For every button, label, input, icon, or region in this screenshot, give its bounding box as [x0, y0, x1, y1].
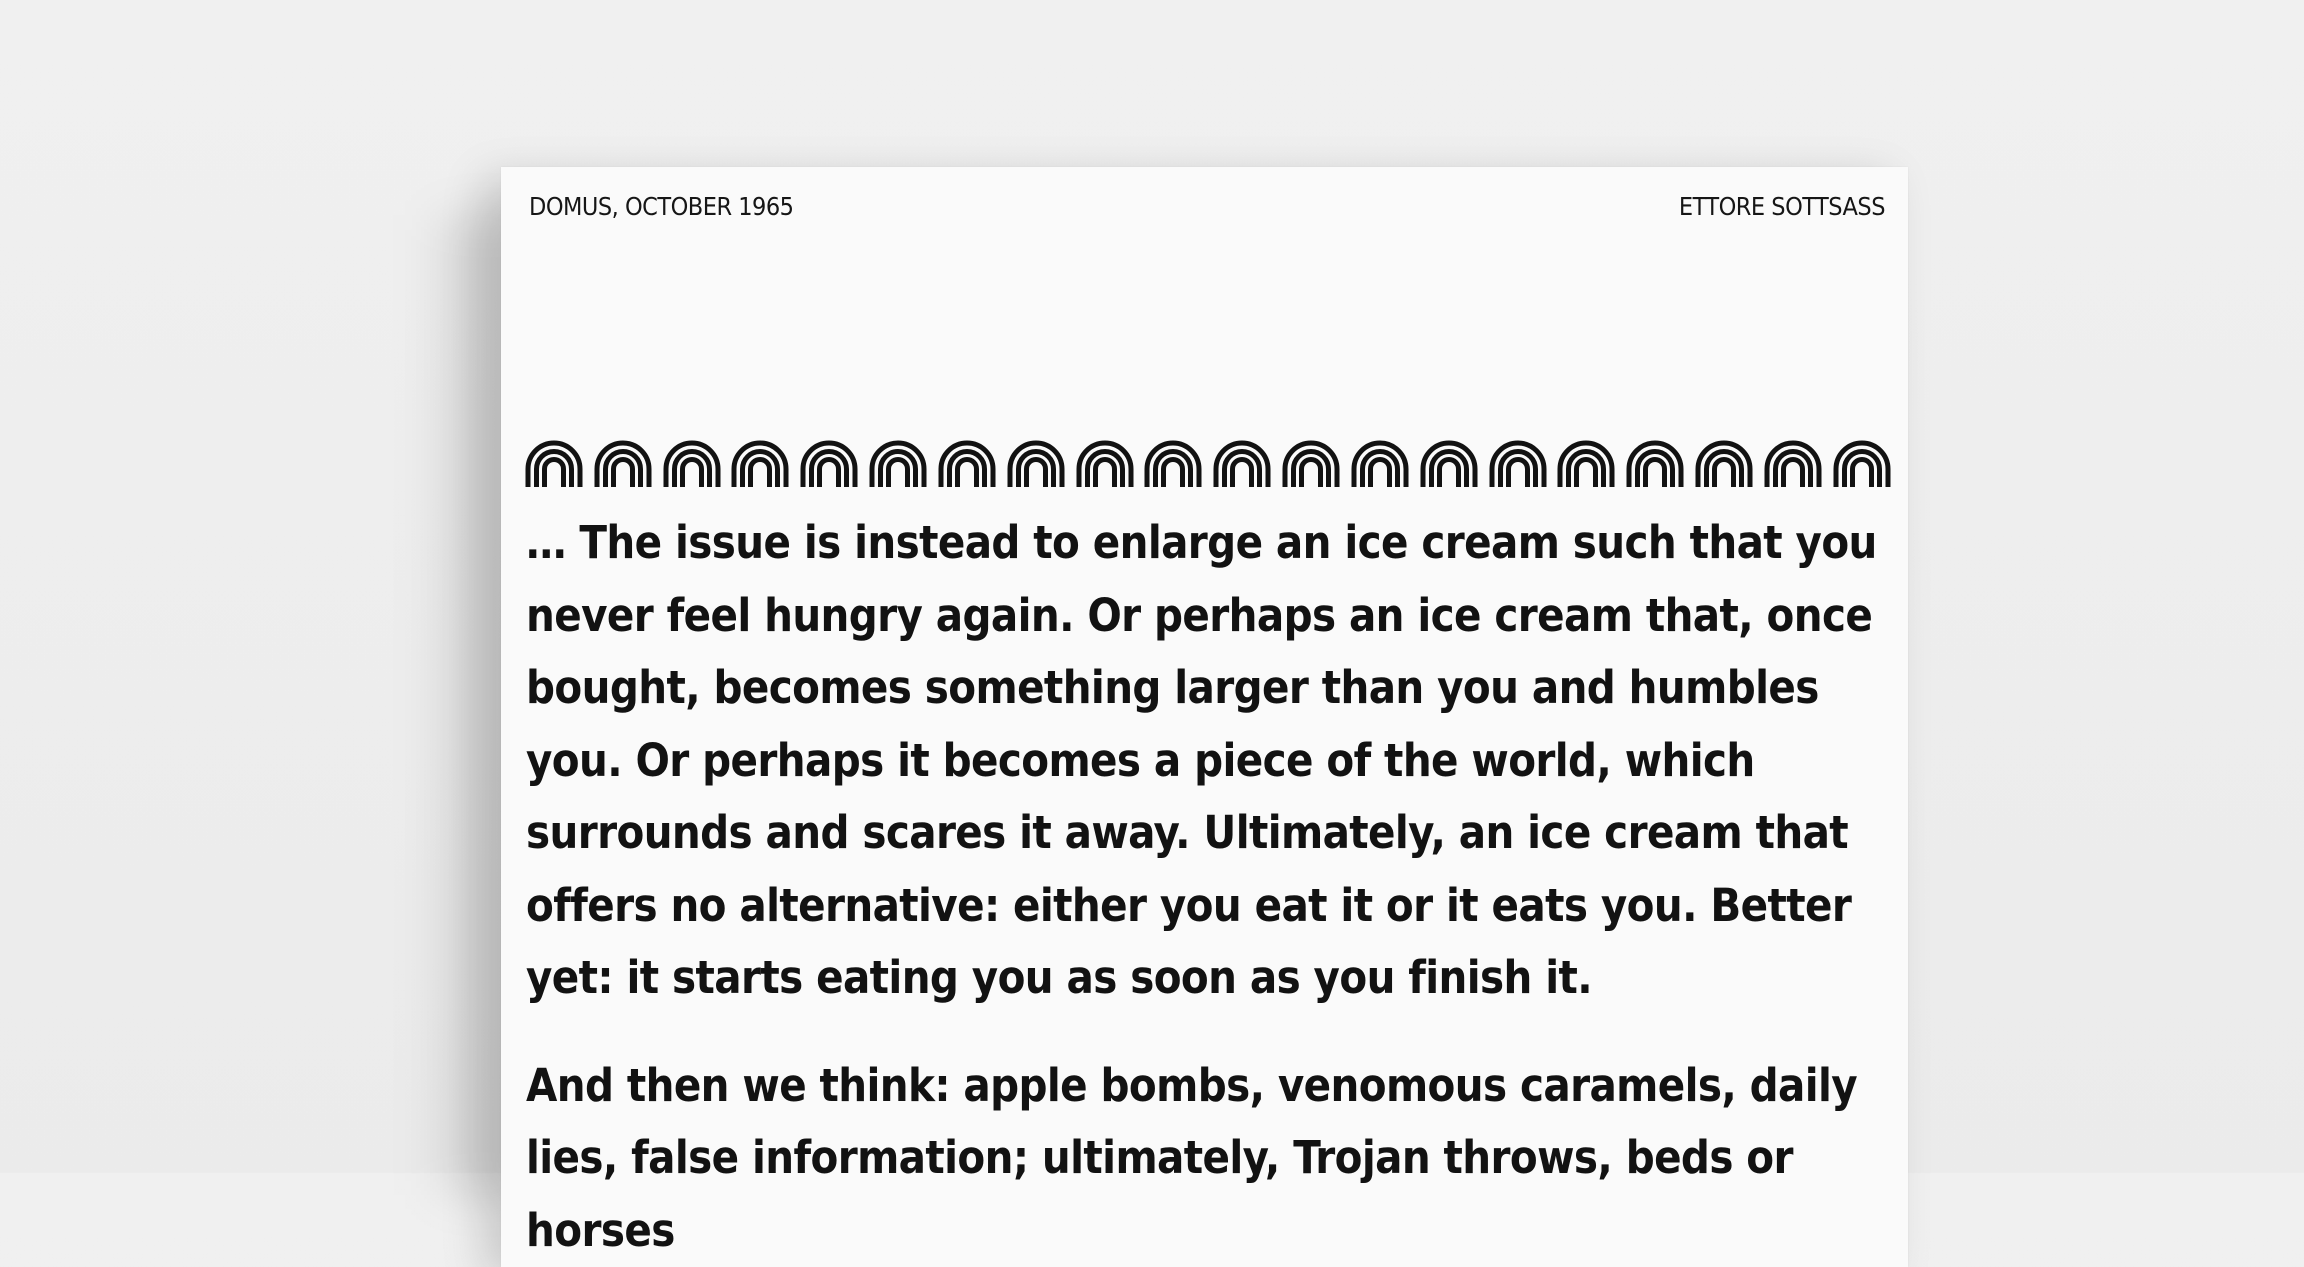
quote-paragraph-2: And then we think: apple bombs, venomous… [526, 1050, 1896, 1267]
rainbow-arch-ornament-row [525, 439, 1891, 487]
quote-body: … The issue is instead to enlarge an ice… [526, 507, 1896, 1267]
rainbow-arch-icon [1557, 439, 1615, 487]
rainbow-arch-icon [800, 439, 858, 487]
rainbow-arch-icon [594, 439, 652, 487]
poster-sheet: DOMUS, OCTOBER 1965 ETTORE SOTTSASS … Th… [501, 167, 1908, 1267]
rainbow-arch-icon [1489, 439, 1547, 487]
rainbow-arch-icon [731, 439, 789, 487]
rainbow-arch-icon [1007, 439, 1065, 487]
quote-paragraph-1: … The issue is instead to enlarge an ice… [526, 507, 1896, 1015]
rainbow-arch-icon [1833, 439, 1891, 487]
rainbow-arch-icon [1282, 439, 1340, 487]
poster-source-label: DOMUS, OCTOBER 1965 [529, 192, 793, 221]
poster-shadow [420, 215, 510, 1195]
rainbow-arch-icon [1764, 439, 1822, 487]
rainbow-arch-icon [1626, 439, 1684, 487]
rainbow-arch-icon [869, 439, 927, 487]
rainbow-arch-icon [525, 439, 583, 487]
rainbow-arch-icon [1144, 439, 1202, 487]
rainbow-arch-icon [1213, 439, 1271, 487]
rainbow-arch-icon [1420, 439, 1478, 487]
rainbow-arch-icon [1351, 439, 1409, 487]
poster-author-label: ETTORE SOTTSASS [1679, 192, 1885, 221]
rainbow-arch-icon [938, 439, 996, 487]
rainbow-arch-icon [1695, 439, 1753, 487]
rainbow-arch-icon [663, 439, 721, 487]
rainbow-arch-icon [1076, 439, 1134, 487]
